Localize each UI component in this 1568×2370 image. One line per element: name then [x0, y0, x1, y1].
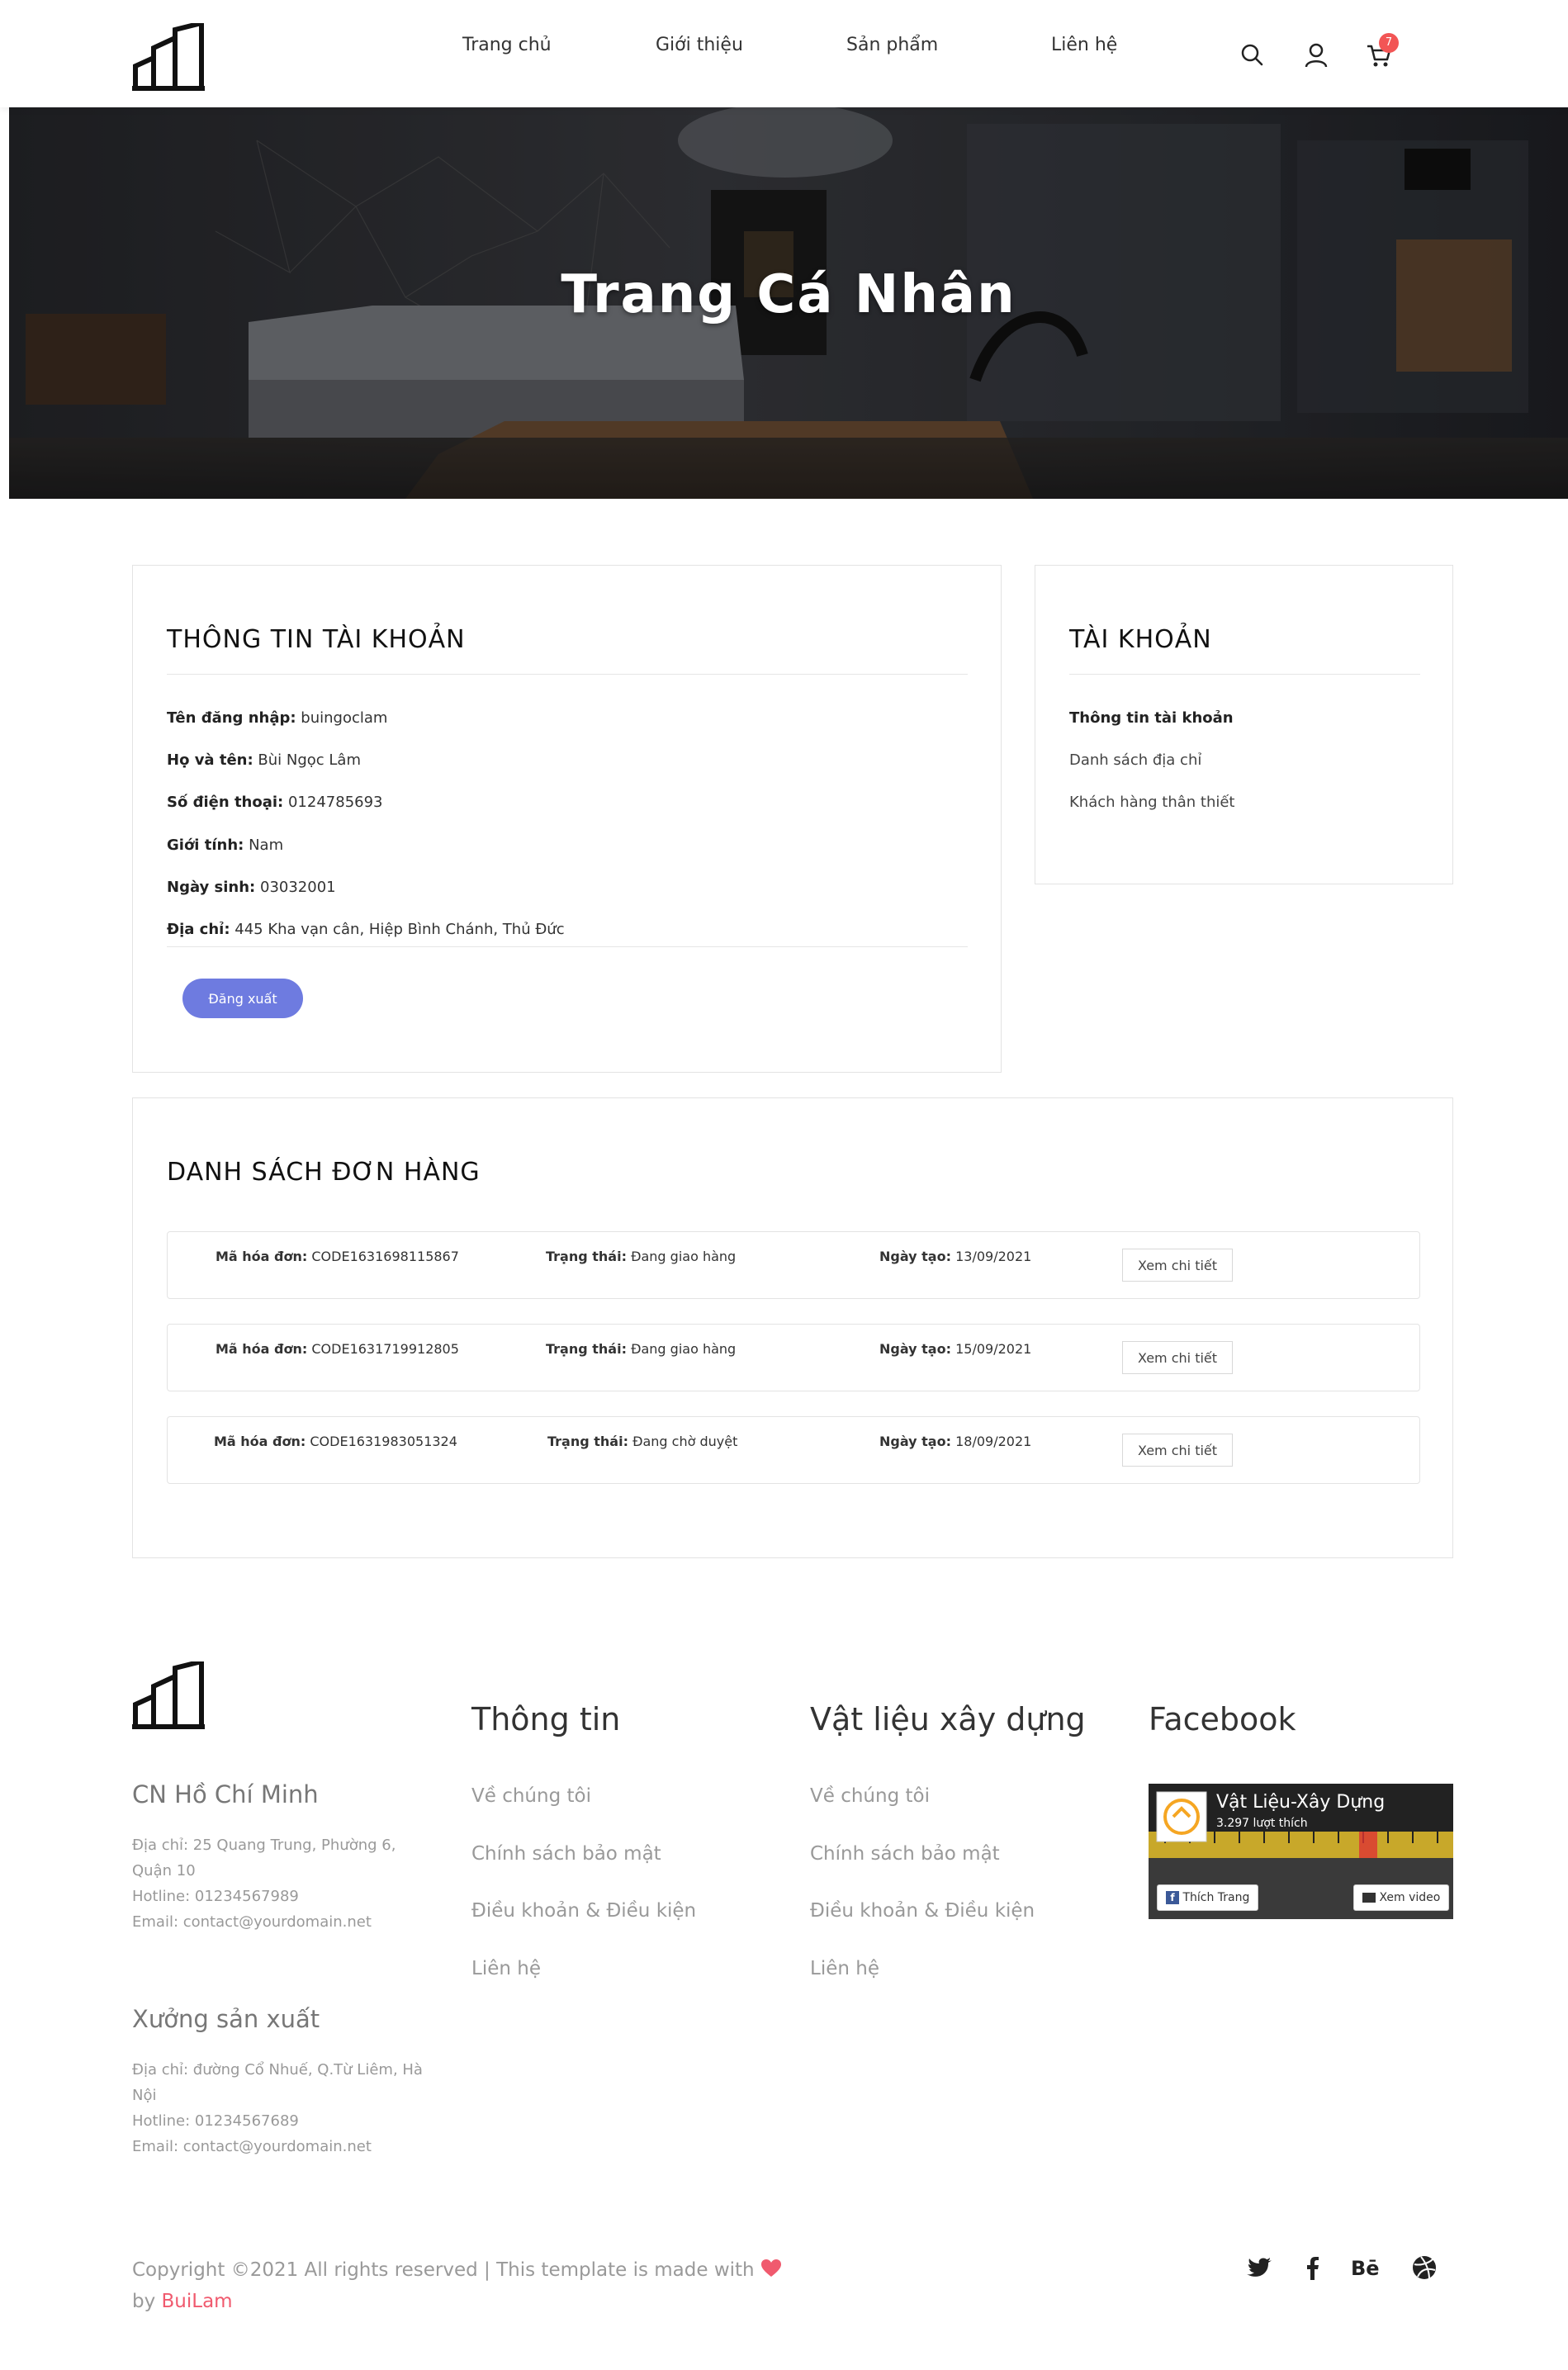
- branch-hcm-title: CN Hồ Chí Minh: [132, 1780, 319, 1808]
- menu-loyal-customer[interactable]: Khách hàng thân thiết: [1069, 794, 1235, 811]
- order-date: Ngày tạo: 18/09/2021: [879, 1434, 1032, 1449]
- branch-hcm-details: Địa chỉ: 25 Quang Trung, Phường 6, Quận …: [132, 1837, 396, 1931]
- branch-factory-details: Địa chỉ: đường Cổ Nhuế, Q.Từ Liêm, Hà Nộ…: [132, 2061, 423, 2155]
- account-menu-card: TÀI KHOẢN Thông tin tài khoản Danh sách …: [1035, 565, 1453, 884]
- svg-text:Bē: Bē: [1351, 2257, 1380, 2280]
- hero-banner: Trang Cá Nhân: [9, 107, 1568, 499]
- order-code: Mã hóa đơn: CODE1631698115867: [216, 1249, 459, 1264]
- orders-title: DANH SÁCH ĐƠN HÀNG: [167, 1158, 481, 1187]
- menu-account-info[interactable]: Thông tin tài khoản: [1069, 709, 1234, 727]
- video-icon: [1362, 1893, 1376, 1903]
- logout-button[interactable]: Đăng xuất: [182, 979, 303, 1018]
- order-status: Trạng thái: Đang giao hàng: [546, 1341, 737, 1357]
- footer-link-privacy[interactable]: Chính sách bảo mật: [810, 1843, 1000, 1865]
- account-info-card: THÔNG TIN TÀI KHOẢN Tên đăng nhập: buing…: [132, 565, 1002, 1073]
- info-username: Tên đăng nhập: buingoclam: [167, 709, 388, 727]
- order-code: Mã hóa đơn: CODE1631719912805: [216, 1341, 459, 1357]
- footer-logo-icon[interactable]: [132, 1661, 205, 1729]
- orders-card: DANH SÁCH ĐƠN HÀNG Mã hóa đơn: CODE16316…: [132, 1097, 1453, 1558]
- info-address: Địa chỉ: 445 Kha vạn cân, Hiệp Bình Chán…: [167, 921, 565, 938]
- facebook-icon[interactable]: [1298, 2253, 1328, 2282]
- order-date: Ngày tạo: 15/09/2021: [879, 1341, 1032, 1357]
- divider: [1069, 674, 1420, 675]
- nav-contact[interactable]: Liên hệ: [1051, 35, 1117, 55]
- order-status: Trạng thái: Đang giao hàng: [546, 1249, 737, 1264]
- footer-link-privacy[interactable]: Chính sách bảo mật: [471, 1843, 661, 1865]
- copyright-text: Copyright ©2021 All rights reserved | Th…: [132, 2254, 875, 2317]
- search-icon[interactable]: [1239, 41, 1267, 69]
- footer-facebook-title: Facebook: [1149, 1701, 1296, 1737]
- info-fullname: Họ và tên: Bùi Ngọc Lâm: [167, 751, 361, 769]
- user-icon[interactable]: [1302, 41, 1330, 69]
- facebook-likes: 3.297 lượt thích: [1216, 1817, 1308, 1830]
- behance-icon[interactable]: Bē: [1351, 2253, 1381, 2282]
- logo-icon[interactable]: [132, 23, 205, 91]
- footer-link-about[interactable]: Về chúng tôi: [810, 1785, 930, 1807]
- dribbble-icon[interactable]: [1409, 2253, 1439, 2282]
- facebook-video-button[interactable]: Xem video: [1353, 1884, 1450, 1911]
- facebook-icon: f: [1166, 1891, 1179, 1904]
- info-phone: Số điện thoại: 0124785693: [167, 794, 383, 811]
- footer-link-terms[interactable]: Điều khoản & Điều kiện: [471, 1900, 696, 1922]
- order-row: Mã hóa đơn: CODE1631983051324 Trạng thái…: [167, 1416, 1420, 1484]
- facebook-like-button[interactable]: f Thích Trang: [1157, 1884, 1259, 1911]
- order-date: Ngày tạo: 13/09/2021: [879, 1249, 1032, 1264]
- nav-products[interactable]: Sản phẩm: [846, 35, 938, 55]
- account-info-title: THÔNG TIN TÀI KHOẢN: [167, 625, 466, 654]
- info-gender: Giới tính: Nam: [167, 837, 284, 854]
- order-status: Trạng thái: Đang chờ duyệt: [547, 1434, 738, 1449]
- order-row: Mã hóa đơn: CODE1631698115867 Trạng thái…: [167, 1231, 1420, 1299]
- facebook-page-widget[interactable]: Vật Liệu-Xây Dựng 3.297 lượt thích f Thí…: [1149, 1784, 1453, 1919]
- view-detail-button[interactable]: Xem chi tiết: [1122, 1341, 1233, 1374]
- divider: [167, 946, 968, 947]
- footer-link-terms[interactable]: Điều khoản & Điều kiện: [810, 1900, 1035, 1922]
- page-title: Trang Cá Nhân: [561, 264, 1016, 325]
- footer-materials-title: Vật liệu xây dựng: [810, 1701, 1086, 1737]
- author-link[interactable]: BuiLam: [162, 2291, 233, 2312]
- nav-about[interactable]: Giới thiệu: [656, 35, 743, 55]
- heart-icon: [760, 2259, 781, 2277]
- menu-address-list[interactable]: Danh sách địa chỉ: [1069, 751, 1201, 769]
- divider: [167, 674, 968, 675]
- info-birthday: Ngày sinh: 03032001: [167, 879, 336, 896]
- site-header: Trang chủ Giới thiệu Sản phẩm Liên hệ 7: [0, 0, 1568, 107]
- account-menu-title: TÀI KHOẢN: [1069, 625, 1212, 654]
- view-detail-button[interactable]: Xem chi tiết: [1122, 1249, 1233, 1282]
- branch-factory-title: Xưởng sản xuất: [132, 2005, 320, 2033]
- twitter-icon[interactable]: [1244, 2253, 1274, 2282]
- view-detail-button[interactable]: Xem chi tiết: [1122, 1434, 1233, 1467]
- nav-home[interactable]: Trang chủ: [462, 35, 552, 55]
- footer-info-title: Thông tin: [471, 1701, 621, 1737]
- footer-link-contact[interactable]: Liên hệ: [471, 1958, 541, 1979]
- order-code: Mã hóa đơn: CODE1631983051324: [214, 1434, 457, 1449]
- footer-link-about[interactable]: Về chúng tôi: [471, 1785, 591, 1807]
- cart-count-badge: 7: [1379, 33, 1399, 53]
- facebook-page-name[interactable]: Vật Liệu-Xây Dựng: [1216, 1792, 1385, 1813]
- footer-link-contact[interactable]: Liên hệ: [810, 1958, 879, 1979]
- order-row: Mã hóa đơn: CODE1631719912805 Trạng thái…: [167, 1324, 1420, 1391]
